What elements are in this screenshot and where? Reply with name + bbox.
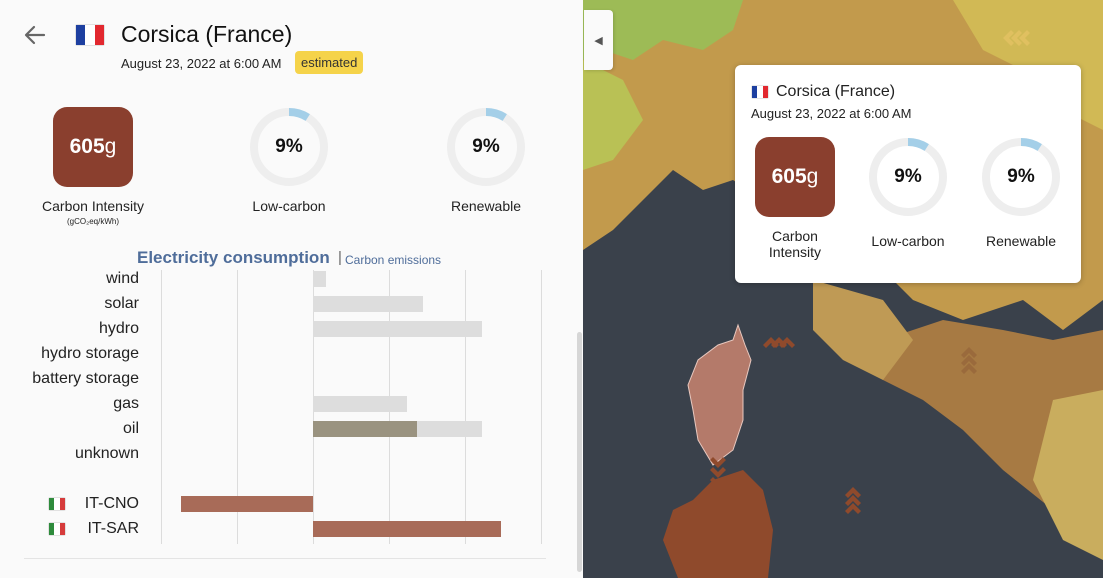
chart-capacity-bar — [313, 296, 424, 312]
tooltip-carbon-intensity-label: Carbon Intensity — [768, 228, 822, 260]
chart-row-label: battery storage — [32, 370, 139, 387]
carbon-intensity-box: 605 g — [53, 107, 133, 187]
france-flag-icon — [752, 86, 768, 98]
france-flag-icon — [76, 25, 104, 45]
chart-row-label: gas — [113, 395, 139, 412]
tab-carbon-emissions[interactable]: Carbon emissions — [345, 253, 441, 267]
carbon-intensity-label: Carbon Intensity — [42, 198, 144, 214]
low-carbon-label: Low-carbon — [252, 198, 326, 214]
tooltip-carbon-intensity-unit: g — [806, 165, 819, 188]
chart-exchange-label: IT-CNO — [84, 495, 139, 512]
tab-separator: | — [338, 249, 342, 266]
tooltip-low-carbon-value: 9% — [894, 166, 922, 187]
carbon-intensity-unit-label: (gCO₂eq/kWh) — [66, 217, 119, 226]
chart-exchange-label: IT-SAR — [87, 520, 139, 537]
chart-gridline — [161, 270, 162, 544]
zone-title: Corsica (France) — [121, 21, 293, 47]
chart-row-label: solar — [104, 295, 139, 312]
chart-capacity-bar — [313, 321, 483, 337]
tooltip-carbon-intensity-box: 605 g — [755, 137, 835, 217]
zone-datetime: August 23, 2022 at 6:00 AM — [121, 56, 282, 71]
chart-gridline — [465, 270, 466, 544]
back-button[interactable] — [22, 22, 48, 48]
italy-flag-icon — [49, 523, 65, 535]
chart-capacity-bar — [313, 271, 326, 287]
chart-row-label: oil — [122, 420, 139, 437]
arrow-left-icon — [24, 25, 46, 45]
carbon-intensity-unit: g — [104, 135, 117, 158]
chart-row-label: wind — [106, 270, 139, 287]
estimated-badge: estimated — [295, 51, 364, 74]
chart-production-bar[interactable] — [313, 421, 418, 437]
low-carbon-gauge: 9% — [249, 107, 329, 187]
zone-details-panel: Corsica (France) August 23, 2022 at 6:00… — [0, 0, 583, 578]
tooltip-low-carbon-label: Low-carbon — [871, 233, 945, 249]
panel-scrollbar[interactable] — [577, 332, 582, 572]
tab-electricity-consumption[interactable]: Electricity consumption — [137, 248, 330, 268]
tooltip-renewable-label: Renewable — [985, 233, 1057, 249]
tooltip-renewable-value: 9% — [1007, 166, 1035, 187]
low-carbon-value: 9% — [275, 136, 303, 157]
chart-row-label: unknown — [74, 445, 139, 462]
tooltip-carbon-intensity-value: 605 — [771, 165, 807, 188]
chevron-left-icon: ◀ — [594, 34, 603, 47]
divider — [24, 558, 546, 559]
italy-flag-icon — [49, 498, 65, 510]
collapse-panel-button[interactable]: ◀ — [584, 10, 613, 70]
carbon-intensity-value: 605 — [69, 135, 105, 158]
renewable-label: Renewable — [450, 198, 522, 214]
chart-row-label: hydro — [98, 320, 139, 337]
chart-capacity-bar — [313, 396, 408, 412]
tooltip-title: Corsica (France) — [776, 83, 896, 100]
tooltip-renewable-gauge: 9% — [981, 137, 1061, 217]
renewable-gauge: 9% — [446, 107, 526, 187]
zone-tooltip: Corsica (France) August 23, 2022 at 6:00… — [735, 65, 1081, 283]
chart-exchange-bar[interactable] — [180, 496, 313, 512]
tooltip-date: August 23, 2022 at 6:00 AM — [751, 106, 912, 121]
chart-gridline — [541, 270, 542, 544]
chart-exchange-bar[interactable] — [313, 521, 502, 537]
tooltip-low-carbon-gauge: 9% — [868, 137, 948, 217]
renewable-value: 9% — [472, 136, 500, 157]
chart-row-label: hydro storage — [41, 345, 139, 362]
